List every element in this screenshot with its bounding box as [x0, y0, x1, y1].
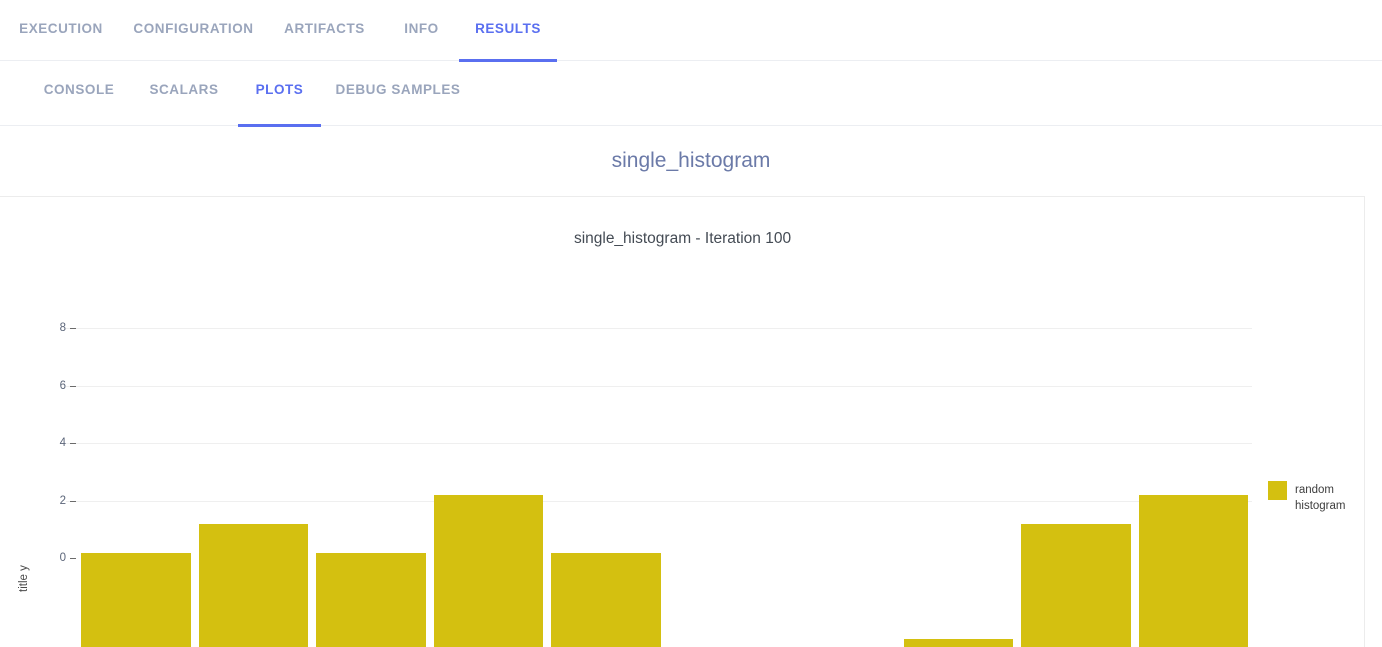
- y-axis-tick-label: 4: [59, 437, 66, 449]
- legend-label[interactable]: random histogram: [1295, 482, 1365, 514]
- gridline: [66, 385, 1252, 387]
- vertical-scrollbar-track[interactable]: [1368, 196, 1382, 647]
- chart-plot-area: [77, 478, 1252, 647]
- y-axis-tick: [70, 328, 76, 329]
- sub-tab-label: DEBUG SAMPLES: [335, 82, 461, 97]
- bar[interactable]: [81, 552, 191, 647]
- y-axis-tick-label: 2: [59, 494, 66, 507]
- sub-tab-label: SCALARS: [149, 82, 219, 97]
- y-axis-tick: [70, 443, 76, 444]
- main-tab-bar: EXECUTION CONFIGURATION ARTIFACTS INFO RESUL…: [0, 0, 1382, 62]
- main-tab-label: CONFIGURATION: [133, 21, 254, 36]
- sub-tab-label: CONSOLE: [43, 82, 115, 97]
- main-tab-label: ARTIFACTS: [284, 21, 365, 36]
- y-axis-tick: [70, 500, 76, 502]
- sub-tab-console[interactable]: CONSOLE: [28, 61, 130, 126]
- bar[interactable]: [1021, 524, 1131, 647]
- bar[interactable]: [198, 524, 308, 647]
- sub-tab-scalars[interactable]: SCALARS: [133, 61, 235, 126]
- bar[interactable]: [1138, 495, 1248, 647]
- y-axis-tick: [70, 558, 76, 559]
- sub-tab-debug-samples[interactable]: DEBUG SAMPLES: [323, 61, 473, 126]
- main-tab-label: EXECUTION: [19, 21, 103, 36]
- page-title: single_histogram: [0, 126, 1382, 196]
- main-tab-label: INFO: [404, 21, 439, 36]
- results-sub-tab-bar: CONSOLE SCALARS PLOTS DEBUG SAMPLES: [0, 61, 1382, 127]
- legend-color-swatch[interactable]: [1268, 481, 1287, 500]
- main-tab-artifacts[interactable]: ARTIFACTS: [265, 0, 384, 61]
- y-axis-tick-label: 8: [59, 322, 66, 334]
- gridline: [66, 328, 1252, 329]
- y-axis-tick-label: 0: [59, 552, 66, 564]
- main-tab-configuration[interactable]: CONFIGURATION: [122, 0, 265, 61]
- y-axis-label: title y: [18, 565, 30, 592]
- y-axis-tick-label: 6: [59, 379, 66, 392]
- main-tab-label: RESULTS: [475, 21, 541, 36]
- bar[interactable]: [316, 552, 426, 647]
- main-tab-results[interactable]: RESULTS: [459, 0, 557, 62]
- bar[interactable]: [903, 639, 1013, 647]
- y-axis-tick: [70, 385, 76, 387]
- sub-tab-plots[interactable]: PLOTS: [238, 61, 321, 127]
- bar[interactable]: [551, 552, 661, 647]
- plots-page: EXECUTION CONFIGURATION ARTIFACTS INFO RESUL…: [0, 0, 1382, 647]
- bar[interactable]: [433, 495, 543, 647]
- plot-card: single_histogram - Iteration 100 02468 0…: [0, 196, 1365, 647]
- main-tab-execution[interactable]: EXECUTION: [0, 0, 122, 61]
- chart-title: single_histogram - Iteration 100: [573, 230, 792, 247]
- page-title-text: single_histogram: [611, 149, 771, 172]
- sub-tab-label: PLOTS: [255, 82, 304, 97]
- gridline: [66, 443, 1252, 444]
- main-tab-info[interactable]: INFO: [384, 0, 459, 61]
